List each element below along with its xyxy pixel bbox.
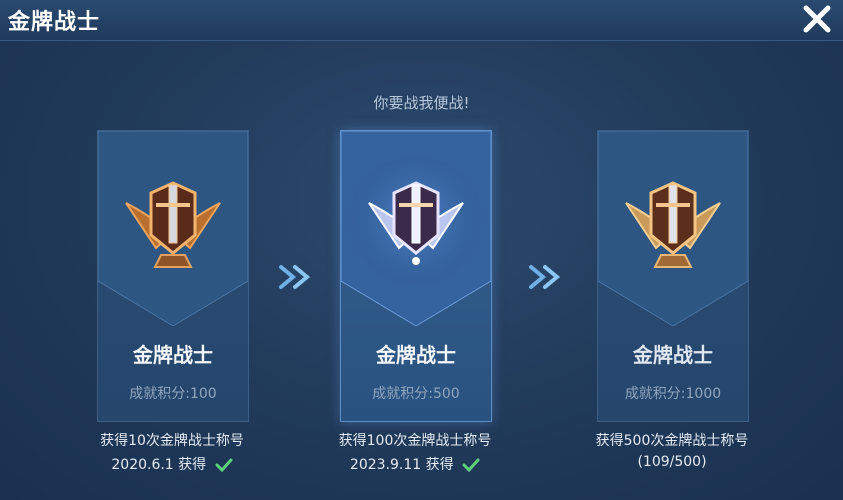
card-title: 金牌战士 (633, 343, 713, 367)
achievement-card-1[interactable]: 金牌战士 成就积分:100 (97, 130, 249, 422)
obtained-line: 2023.9.11 获得 (305, 454, 525, 474)
card-3-description: 获得500次金牌战士称号 (109/500) (562, 430, 782, 470)
card-title: 金牌战士 (133, 343, 213, 367)
obtained-date: 2023.9.11 (349, 457, 422, 473)
page-title: 金牌战士 (8, 10, 101, 35)
card-score: 成就积分:100 (129, 386, 217, 402)
card-score: 成就积分:500 (372, 386, 460, 402)
gold-badge-icon (625, 181, 721, 268)
obtained-status: 获得 (425, 457, 454, 473)
check-icon (215, 458, 233, 472)
obtained-date: 2020.6.1 (111, 457, 174, 473)
card-1-description: 获得10次金牌战士称号 2020.6.1 获得 (62, 430, 282, 474)
silver-badge-icon (368, 181, 464, 265)
close-button[interactable] (799, 2, 835, 36)
card-score: 成就积分:1000 (624, 386, 722, 402)
progress-text: (109/500) (637, 454, 707, 470)
achievement-card-3[interactable]: 金牌战士 成就积分:1000 (597, 130, 749, 422)
bronze-badge-icon (125, 181, 221, 268)
double-chevron-right-icon (279, 265, 311, 289)
close-icon (803, 5, 831, 33)
description-text: 获得10次金牌战士称号 (100, 433, 244, 449)
check-icon (462, 458, 480, 472)
description-text: 获得100次金牌战士称号 (338, 433, 492, 449)
card-title: 金牌战士 (376, 343, 456, 367)
card-2-description: 获得100次金牌战士称号 2023.9.11 获得 (305, 430, 525, 474)
description-text: 获得500次金牌战士称号 (595, 433, 749, 449)
achievement-card-2[interactable]: 金牌战士 成就积分:500 (340, 130, 492, 422)
subtitle: 你要战我便战! (373, 94, 470, 112)
title-bar: 金牌战士 (0, 0, 843, 41)
obtained-line: 2020.6.1 获得 (62, 454, 282, 474)
obtained-status: 获得 (178, 457, 207, 473)
double-chevron-right-icon (529, 265, 561, 289)
